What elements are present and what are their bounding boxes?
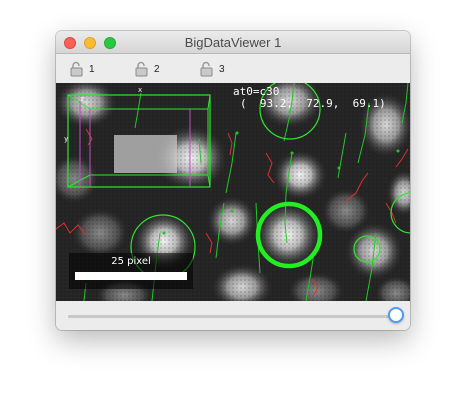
group-2-label: 2 <box>154 63 160 75</box>
axis-label-z: z <box>80 95 84 103</box>
image-viewer-canvas[interactable]: z x y at0=c30 ( 93.2, 72.9, 69.1) 25 pix… <box>56 83 410 301</box>
group-1-lock-button[interactable]: 1 <box>70 59 95 79</box>
group-1-label: 1 <box>89 63 95 75</box>
screenshot-canvas: BigDataViewer 1 1 2 3 z x y at0=c30 (93… <box>0 0 466 411</box>
scale-bar-label: 25 pixel <box>111 256 151 267</box>
bigdataviewer-window: BigDataViewer 1 1 2 3 z x y at0=c30 (93… <box>56 31 410 330</box>
axis-label-y: y <box>64 135 68 143</box>
group-2-lock-button[interactable]: 2 <box>135 59 160 79</box>
axis-label-x: x <box>138 86 142 94</box>
unlocked-padlock-icon <box>135 61 149 77</box>
title-bar[interactable]: BigDataViewer 1 <box>56 31 410 54</box>
group-3-label: 3 <box>219 63 225 75</box>
scale-bar-line <box>75 272 187 280</box>
unlocked-padlock-icon <box>200 61 214 77</box>
group-lock-toolbar: 1 2 3 <box>56 54 410 83</box>
group-3-lock-button[interactable]: 3 <box>200 59 225 79</box>
timepoint-slider-thumb[interactable] <box>388 307 404 323</box>
timepoint-slider-fill <box>68 315 396 318</box>
scale-bar: 25 pixel <box>69 253 193 289</box>
unlocked-padlock-icon <box>70 61 84 77</box>
timepoint-slider-area <box>56 301 410 330</box>
timepoint-slider-track[interactable] <box>68 315 396 318</box>
window-title: BigDataViewer 1 <box>184 35 282 50</box>
cursor-coordinates: ( 93.2, 72.9, 69.1) <box>240 97 386 110</box>
